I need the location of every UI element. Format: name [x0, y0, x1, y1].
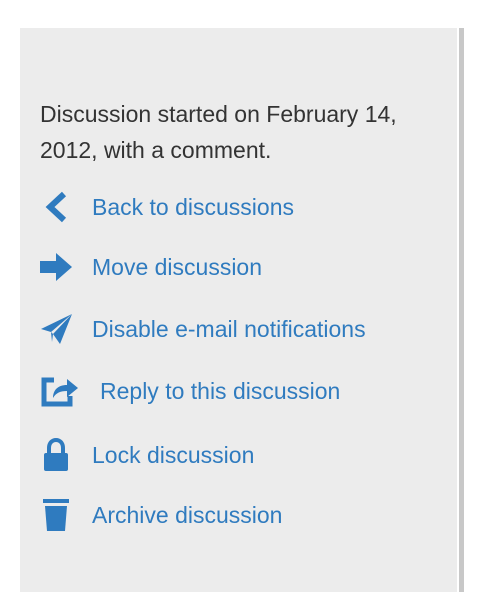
arrow-right-icon: [40, 250, 74, 284]
lock-icon: [40, 438, 74, 472]
disable-email-notifications-label: Disable e-mail notifications: [92, 315, 366, 342]
back-to-discussions-link[interactable]: Back to discussions: [40, 187, 294, 227]
move-discussion-link[interactable]: Move discussion: [40, 247, 262, 287]
share-box-icon: [40, 374, 78, 408]
lock-discussion-label: Lock discussion: [92, 441, 255, 468]
lock-discussion-link[interactable]: Lock discussion: [40, 435, 254, 475]
disable-email-notifications-link[interactable]: Disable e-mail notifications: [40, 309, 366, 349]
discussion-summary: Discussion started on February 14, 2012,…: [40, 101, 397, 163]
chevron-left-icon: [40, 190, 74, 224]
archive-discussion-label: Archive discussion: [92, 501, 283, 528]
archive-discussion-link[interactable]: Archive discussion: [40, 495, 282, 535]
reply-to-discussion-link[interactable]: Reply to this discussion: [40, 371, 340, 411]
panel-divider: [459, 28, 464, 592]
move-discussion-label: Move discussion: [92, 253, 263, 280]
back-to-discussions-label: Back to discussions: [92, 193, 294, 220]
paper-plane-icon: [40, 312, 74, 346]
reply-to-discussion-label: Reply to this discussion: [100, 377, 341, 404]
trash-icon: [40, 498, 74, 532]
